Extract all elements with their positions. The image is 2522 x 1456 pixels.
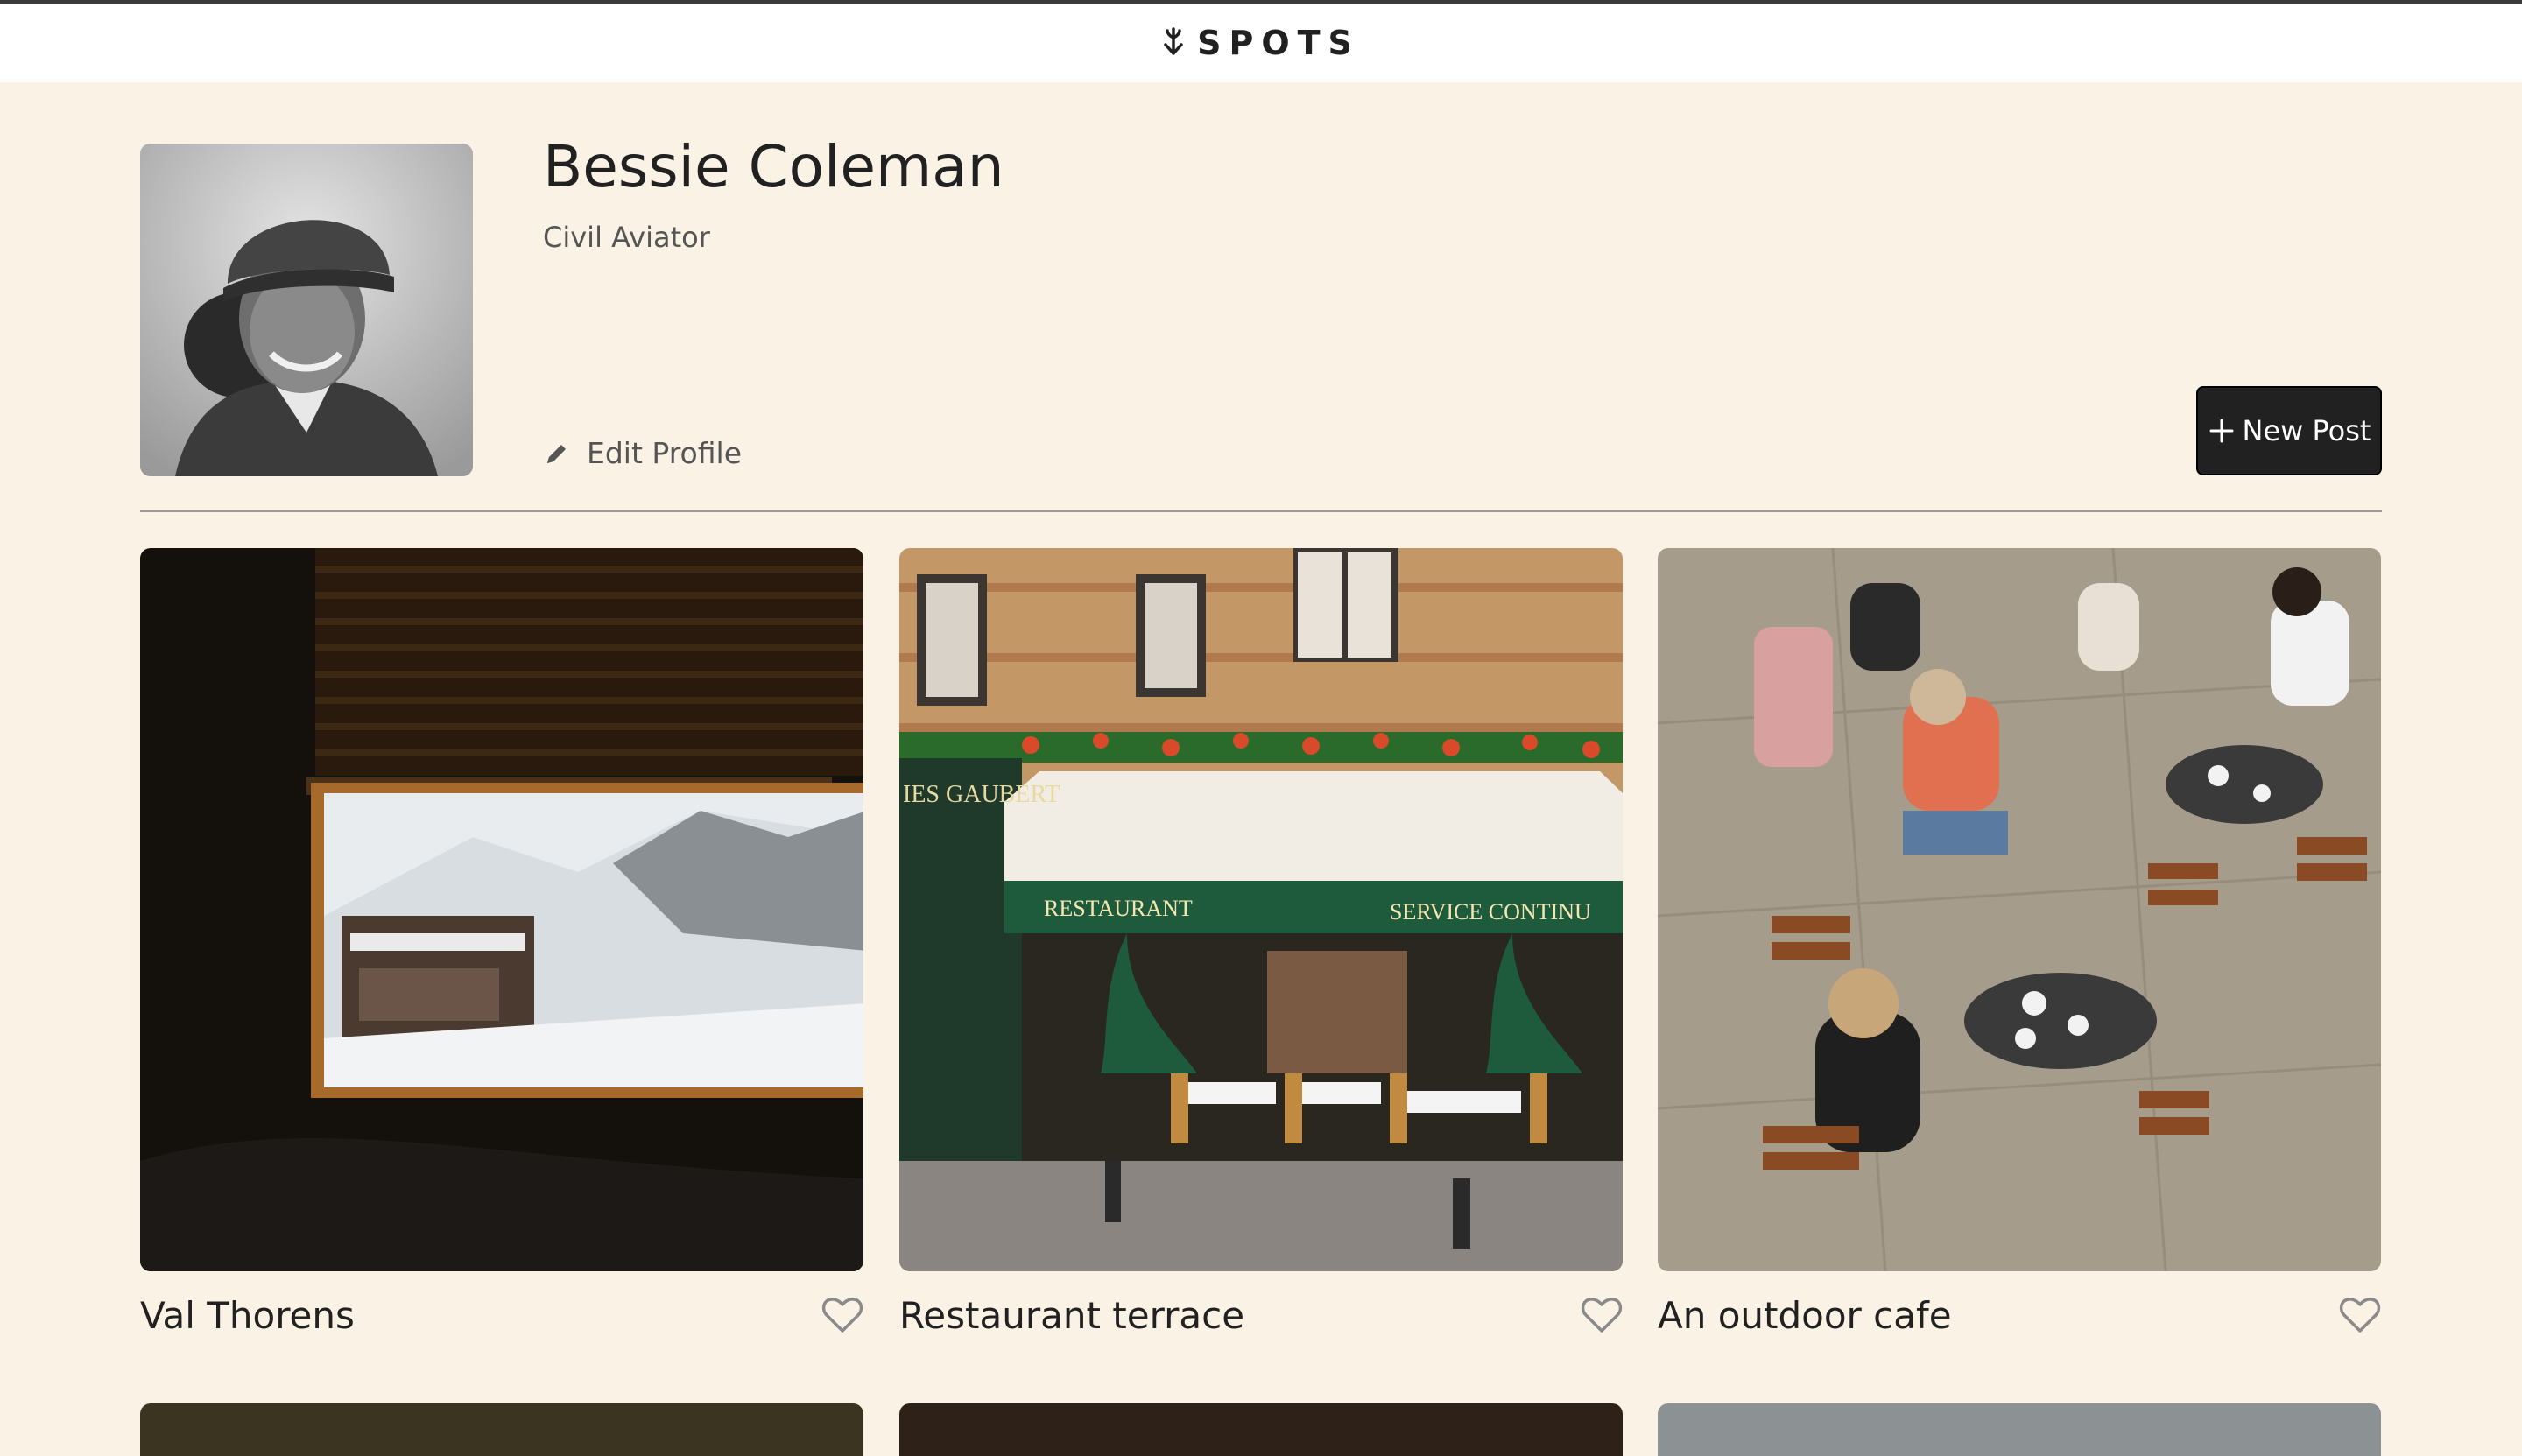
pencil-icon <box>547 444 566 463</box>
card-title: Val Thorens <box>140 1293 355 1337</box>
card: Val Thorens <box>140 548 863 1341</box>
edit-profile-label: Edit Profile <box>587 436 743 470</box>
val-thorens-photo <box>140 548 863 1271</box>
heart-outline-icon[interactable] <box>2339 1296 2381 1334</box>
new-post-label: New Post <box>2242 414 2371 447</box>
card-title: An outdoor cafe <box>1658 1293 1952 1337</box>
profile-name: Bessie Coleman <box>543 133 1004 200</box>
card-image[interactable] <box>899 1403 1623 1456</box>
profile-divider <box>140 510 2382 512</box>
card: RESTAURANT SERVICE CONTINU IES GAUBERT R… <box>899 548 1623 1341</box>
svg-text:SERVICE CONTINU: SERVICE CONTINU <box>1390 899 1591 925</box>
card-image[interactable] <box>140 1403 863 1456</box>
heart-outline-icon[interactable] <box>821 1296 863 1334</box>
card-title: Restaurant terrace <box>899 1293 1245 1337</box>
down-arrow-sprout-icon <box>1164 27 1183 55</box>
new-post-button[interactable]: New Post <box>2196 386 2382 475</box>
restaurant-terrace-photo: RESTAURANT SERVICE CONTINU IES GAUBERT <box>899 548 1623 1271</box>
profile-description: Civil Aviator <box>543 221 710 254</box>
avatar <box>140 144 473 476</box>
card-image[interactable]: RESTAURANT SERVICE CONTINU IES GAUBERT <box>899 548 1623 1271</box>
card-image[interactable] <box>1658 1403 2381 1456</box>
card-image[interactable] <box>140 548 863 1271</box>
outdoor-cafe-photo <box>1658 548 2381 1271</box>
plus-icon <box>2209 419 2234 443</box>
heart-outline-icon[interactable] <box>1581 1296 1623 1334</box>
logo-text: SPOTS <box>1197 24 1360 62</box>
card-image[interactable] <box>1658 548 2381 1271</box>
logo[interactable]: SPOTS <box>1162 24 1360 62</box>
avatar-portrait <box>140 144 473 476</box>
svg-text:RESTAURANT: RESTAURANT <box>1044 896 1193 921</box>
edit-profile-button[interactable]: Edit Profile <box>543 436 742 470</box>
svg-text:IES GAUBERT: IES GAUBERT <box>903 781 1060 808</box>
site-header: SPOTS <box>0 4 2522 82</box>
card: An outdoor cafe <box>1658 548 2381 1341</box>
